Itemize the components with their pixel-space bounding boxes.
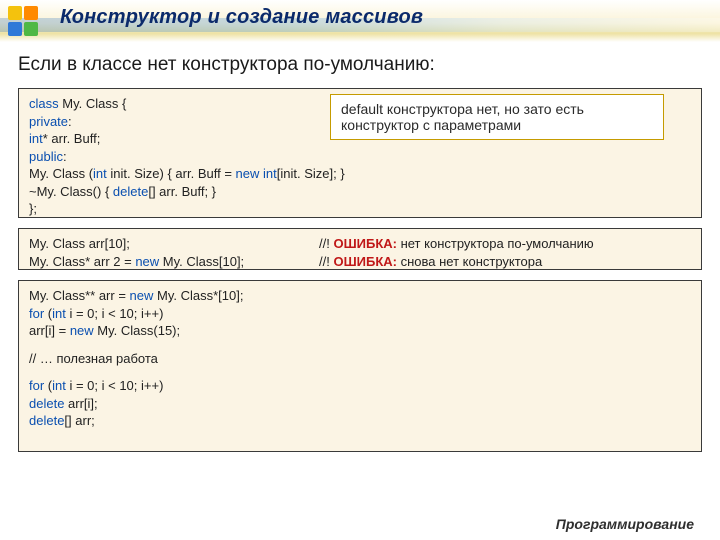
- code-line: arr[i] = new My. Class(15);: [29, 322, 691, 340]
- code-gap: [29, 340, 691, 350]
- comment-line: //! ОШИБКА: нет конструктора по-умолчани…: [319, 235, 594, 253]
- callout-line: default конструктора нет, но зато есть: [341, 101, 653, 117]
- slide-title: Конструктор и создание массивов: [60, 6, 423, 29]
- code-line: for (int i = 0; i < 10; i++): [29, 377, 691, 395]
- code-line: delete arr[i];: [29, 395, 691, 413]
- footer-label: Программирование: [556, 516, 694, 532]
- code-line: public:: [29, 148, 691, 166]
- code-box-3: My. Class** arr = new My. Class*[10]; fo…: [18, 280, 702, 452]
- code-box-2: My. Class arr[10]; My. Class* arr 2 = ne…: [18, 228, 702, 270]
- code-line: };: [29, 200, 691, 218]
- comment-line: //! ОШИБКА: снова нет конструктора: [319, 253, 594, 271]
- logo-icon: [8, 6, 50, 36]
- callout-box: default конструктора нет, но зато есть к…: [330, 94, 664, 140]
- code-gap: [29, 367, 691, 377]
- code-line: My. Class arr[10];: [29, 235, 319, 253]
- code-line: My. Class** arr = new My. Class*[10];: [29, 287, 691, 305]
- code-line: for (int i = 0; i < 10; i++): [29, 305, 691, 323]
- code-line: ~My. Class() { delete[] arr. Buff; }: [29, 183, 691, 201]
- callout-line: конструктор с параметрами: [341, 117, 653, 133]
- intro-text: Если в классе нет конструктора по-умолча…: [18, 54, 435, 76]
- code-line: My. Class* arr 2 = new My. Class[10];: [29, 253, 319, 271]
- code-line: // … полезная работа: [29, 350, 691, 368]
- code-line: delete[] arr;: [29, 412, 691, 430]
- code-line: My. Class (int init. Size) { arr. Buff =…: [29, 165, 691, 183]
